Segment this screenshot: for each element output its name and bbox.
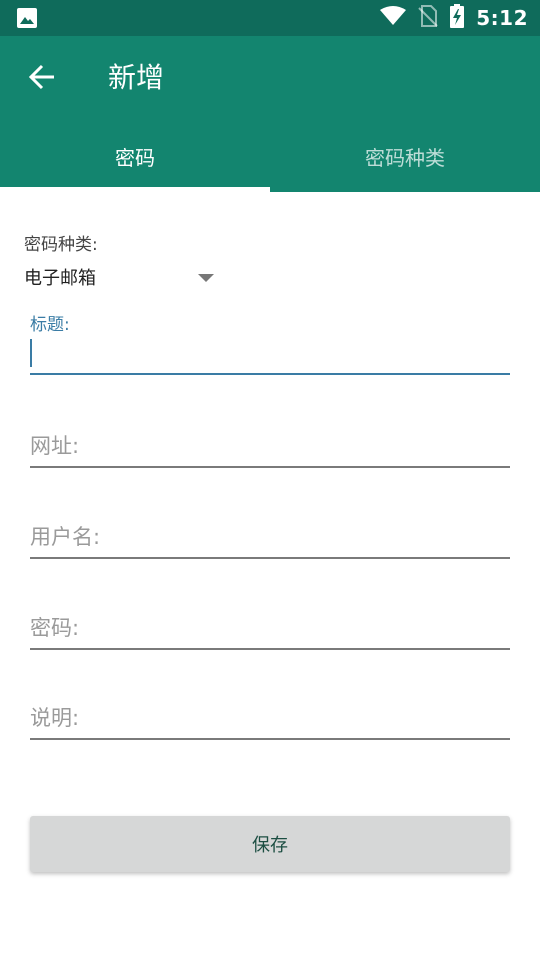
- username-input[interactable]: 用户名:: [30, 515, 510, 559]
- status-icons: 5:12: [380, 0, 528, 36]
- status-bar: 5:12: [0, 0, 540, 36]
- tab-label: 密码种类: [365, 145, 445, 170]
- category-dropdown[interactable]: 电子邮箱: [24, 262, 214, 292]
- password-placeholder: 密码:: [30, 616, 80, 640]
- tab-password-category[interactable]: 密码种类: [270, 120, 540, 192]
- page-title: 新增: [108, 61, 165, 94]
- clock: 5:12: [476, 6, 528, 30]
- url-input[interactable]: 网址:: [30, 424, 510, 468]
- url-field-group: 网址:: [30, 424, 510, 468]
- notes-input[interactable]: 说明:: [30, 696, 510, 740]
- password-field-group: 密码:: [30, 606, 510, 650]
- app-bar: 新增 密码 密码种类: [0, 36, 540, 192]
- tab-indicator: [0, 187, 270, 192]
- title-input[interactable]: [30, 335, 510, 375]
- notes-field-group: 说明:: [30, 696, 510, 740]
- username-field-group: 用户名:: [30, 515, 510, 559]
- screen: 5:12 新增 密码 密码种类 密码种类: 电子邮箱 标题: 网址: 用户名: …: [0, 0, 540, 960]
- category-label: 密码种类:: [24, 235, 98, 255]
- title-label: 标题:: [30, 315, 70, 335]
- back-button[interactable]: [22, 62, 62, 96]
- dropdown-arrow-icon: [198, 274, 214, 282]
- image-icon: [16, 7, 38, 29]
- battery-charging-icon: [450, 4, 465, 32]
- tab-bar: 密码 密码种类: [0, 120, 540, 192]
- wifi-icon: [380, 6, 407, 30]
- title-field-group: 标题:: [30, 310, 510, 375]
- url-placeholder: 网址:: [30, 434, 80, 458]
- username-placeholder: 用户名:: [30, 525, 101, 549]
- tab-label: 密码: [115, 145, 155, 170]
- save-button[interactable]: 保存: [30, 816, 510, 872]
- tab-password[interactable]: 密码: [0, 120, 270, 192]
- text-cursor: [30, 339, 32, 367]
- notes-placeholder: 说明:: [30, 706, 80, 730]
- back-arrow-icon: [28, 63, 56, 95]
- no-sim-icon: [418, 5, 438, 31]
- password-input[interactable]: 密码:: [30, 606, 510, 650]
- category-value: 电子邮箱: [24, 268, 96, 289]
